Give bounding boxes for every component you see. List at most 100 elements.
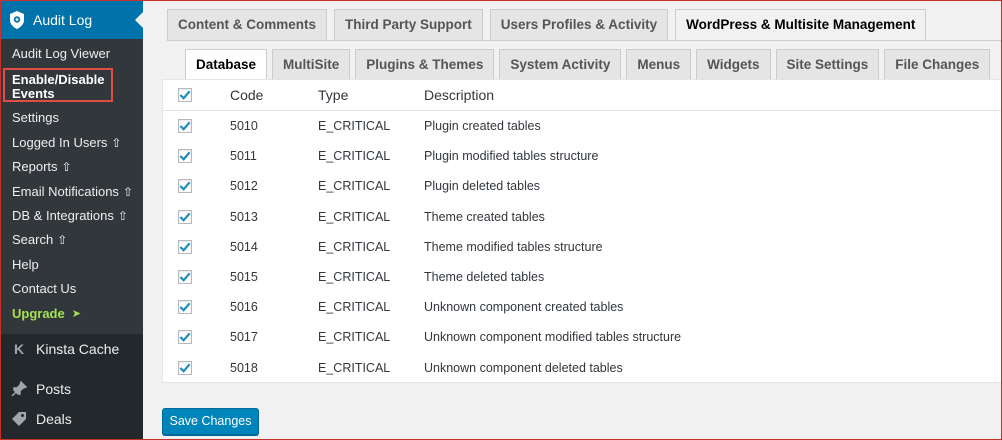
submenu-db-integrations[interactable]: DB & Integrations ⇧ <box>0 204 143 228</box>
row-check-cell <box>163 330 230 345</box>
event-type: E_CRITICAL <box>318 330 391 345</box>
event-description: Unknown component modified tables struct… <box>424 330 682 345</box>
checkmark-icon <box>179 332 191 343</box>
event-code: 5014 <box>230 239 258 254</box>
menu-kinsta-cache[interactable]: K Kinsta Cache <box>0 334 143 364</box>
row-check-cell <box>163 270 230 285</box>
submenu-label: Reports <box>12 159 58 175</box>
menu-audit-log[interactable]: Audit Log <box>0 0 143 39</box>
event-checkbox[interactable] <box>178 149 192 164</box>
submenu-upgrade[interactable]: Upgrade ➤ <box>0 302 143 326</box>
row-check-cell <box>163 209 230 224</box>
header-code[interactable]: Code <box>230 87 318 103</box>
submenu-help[interactable]: Help <box>0 253 143 277</box>
pushpin-icon <box>10 380 28 397</box>
event-type: E_CRITICAL <box>318 149 391 164</box>
subtab-site-settings[interactable]: Site Settings <box>775 49 880 79</box>
tab-users-profiles-activity[interactable]: Users Profiles & Activity <box>489 9 669 40</box>
header-check-cell <box>163 88 230 102</box>
header-description[interactable]: Description <box>424 87 1001 103</box>
submenu-email-notifications[interactable]: Email Notifications ⇧ <box>0 180 143 204</box>
event-checkbox[interactable] <box>178 179 192 194</box>
sub-tabs: Database MultiSite Plugins & Themes Syst… <box>185 49 991 80</box>
event-code: 5012 <box>230 179 258 194</box>
tab-wordpress-multisite-management[interactable]: WordPress & Multisite Management <box>675 9 927 41</box>
arrow-up-outline-icon: ⇧ <box>57 233 68 248</box>
admin-sidebar: Audit Log Audit Log Viewer Enable/Disabl… <box>0 0 143 440</box>
submenu-label: Search <box>12 232 54 248</box>
tab-divider <box>167 40 1002 41</box>
table-row: 5018 E_CRITICAL Unknown component deleted … <box>163 353 1001 383</box>
events-table: Code Type Description 5010 E_CRITICAL Plug… <box>162 79 1002 383</box>
main-content: Content & Comments Third Party Support U… <box>143 0 1002 440</box>
save-changes-button[interactable]: Save Changes <box>162 408 259 435</box>
event-description: Plugin created tables <box>424 119 541 134</box>
menu-posts[interactable]: Posts <box>0 374 143 404</box>
submenu-label: Upgrade <box>12 305 65 321</box>
table-row: 5014 E_CRITICAL Theme modified tables stru… <box>163 232 1001 262</box>
menu-deals[interactable]: Deals <box>0 404 143 434</box>
event-code: 5017 <box>230 330 258 345</box>
submenu-label: DB & Integrations <box>12 207 114 223</box>
event-checkbox[interactable] <box>178 270 192 285</box>
event-type: E_CRITICAL <box>318 119 391 134</box>
submenu-label: Logged In Users <box>12 134 108 150</box>
row-check-cell <box>163 239 230 254</box>
arrow-up-outline-icon: ⇧ <box>122 184 133 199</box>
subtab-file-changes[interactable]: File Changes <box>884 49 991 79</box>
event-code: 5015 <box>230 270 258 285</box>
submenu-logged-in-users[interactable]: Logged In Users ⇧ <box>0 131 143 155</box>
subtab-database[interactable]: Database <box>185 49 268 80</box>
event-checkbox[interactable] <box>178 330 192 345</box>
submenu-label: Contact Us <box>12 281 77 297</box>
checkmark-icon <box>179 363 191 373</box>
table-row: 5010 E_CRITICAL Plugin created tables <box>163 111 1001 141</box>
event-description: Theme created tables <box>424 209 545 224</box>
table-row: 5016 E_CRITICAL Unknown component created … <box>163 292 1001 322</box>
kinsta-k-icon: K <box>13 340 25 357</box>
submenu-label: Audit Log Viewer <box>12 46 111 61</box>
tab-third-party-support[interactable]: Third Party Support <box>334 9 483 40</box>
submenu-settings[interactable]: Settings <box>0 106 143 130</box>
checkmark-icon <box>179 90 191 100</box>
event-code: 5010 <box>230 119 258 134</box>
table-header: Code Type Description <box>163 80 1001 111</box>
triangle-right-icon: ➤ <box>71 307 81 320</box>
menu-kinsta-label: Kinsta Cache <box>36 340 120 357</box>
submenu-label: Email Notifications <box>12 183 119 199</box>
tab-content-comments[interactable]: Content & Comments <box>167 9 327 40</box>
tag-icon <box>10 411 28 427</box>
event-code: 5018 <box>230 360 258 375</box>
subtab-widgets[interactable]: Widgets <box>696 49 771 79</box>
subtab-system-activity[interactable]: System Activity <box>499 49 622 79</box>
event-checkbox[interactable] <box>178 119 192 134</box>
event-checkbox[interactable] <box>178 360 192 375</box>
checkmark-icon <box>179 242 191 252</box>
event-checkbox[interactable] <box>178 239 192 254</box>
table-row: 5012 E_CRITICAL Plugin deleted tables <box>163 171 1001 201</box>
subtab-menus[interactable]: Menus <box>626 49 692 79</box>
event-code: 5013 <box>230 209 258 224</box>
table-row: 5011 E_CRITICAL Plugin modified tables str… <box>163 141 1001 171</box>
menu-deals-label: Deals <box>36 410 72 427</box>
event-description: Plugin deleted tables <box>424 179 541 194</box>
submenu-enable-disable-events[interactable]: Enable/Disable Events <box>3 68 113 103</box>
event-type: E_CRITICAL <box>318 179 391 194</box>
event-type: E_CRITICAL <box>318 360 391 375</box>
subtab-multisite[interactable]: MultiSite <box>272 49 351 79</box>
submenu-search[interactable]: Search ⇧ <box>0 228 143 252</box>
event-checkbox[interactable] <box>178 300 192 315</box>
menu-posts-label: Posts <box>36 380 72 397</box>
subtab-plugins-themes[interactable]: Plugins & Themes <box>355 49 495 79</box>
event-checkbox[interactable] <box>178 209 192 224</box>
checkmark-icon <box>179 182 191 192</box>
submenu-label: Help <box>12 256 39 272</box>
header-type[interactable]: Type <box>318 87 424 103</box>
row-check-cell <box>163 360 230 375</box>
event-code: 5011 <box>230 149 257 164</box>
submenu-contact-us[interactable]: Contact Us <box>0 277 143 301</box>
submenu-audit-log-viewer[interactable]: Audit Log Viewer <box>0 42 143 66</box>
submenu-reports[interactable]: Reports ⇧ <box>0 155 143 179</box>
select-all-checkbox[interactable] <box>178 88 192 102</box>
table-body: 5010 E_CRITICAL Plugin created tables 5011 E… <box>163 111 1001 383</box>
